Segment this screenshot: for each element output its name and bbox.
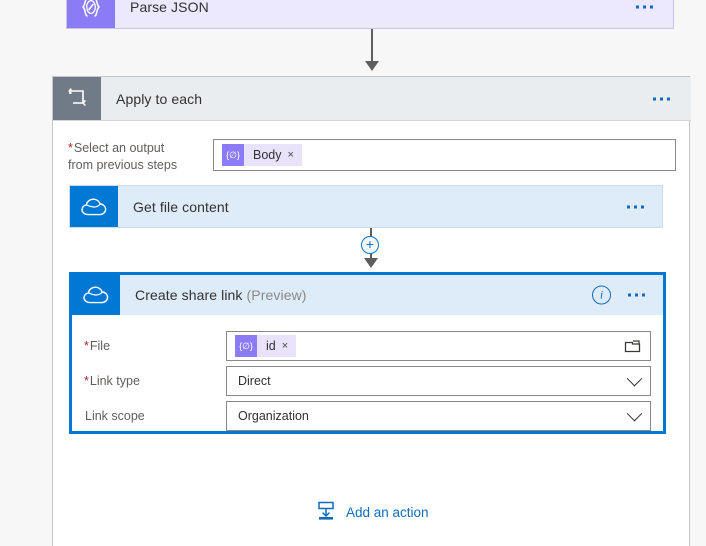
dot [653, 97, 656, 100]
action-card-get-file-content[interactable]: Get file content [69, 185, 663, 228]
dot [635, 293, 638, 297]
token-remove-button[interactable]: × [288, 149, 302, 161]
folder-icon[interactable] [624, 339, 641, 354]
info-icon[interactable]: i [592, 285, 611, 305]
link-type-label: *Link type [84, 373, 226, 390]
get-file-content-body: Get file content [118, 186, 662, 227]
connector-arrow [364, 258, 378, 268]
link-type-label-text: Link type [89, 373, 140, 388]
dot [636, 5, 639, 8]
dynamic-token-id[interactable]: {∅} id × [235, 335, 297, 357]
add-an-action-button[interactable]: Add an action [315, 500, 429, 525]
action-card-create-share-link[interactable]: Create share link (Preview) i *File {∅} … [69, 272, 666, 434]
field-link-type: *Link type Direct [84, 366, 651, 396]
token-label: Body [253, 148, 282, 162]
create-share-link-more-options-button[interactable] [624, 288, 649, 303]
apply-to-each-body: Apply to each [101, 77, 691, 120]
insert-step-plus-button[interactable]: + [361, 236, 379, 254]
dot [641, 205, 644, 208]
parse-json-body: Parse JSON [115, 0, 673, 28]
dot [643, 5, 646, 8]
expression-icon: {∅} [235, 335, 257, 357]
get-file-content-title: Get file content [133, 198, 229, 215]
dot [650, 5, 653, 8]
dot [628, 293, 631, 297]
create-share-link-body: Create share link (Preview) i [120, 275, 663, 315]
preview-tag: (Preview) [246, 287, 307, 303]
token-label: id [266, 339, 276, 353]
apply-to-each-more-options-button[interactable] [649, 91, 674, 106]
field-select-an-output: *Select an output from previous steps {∅… [68, 139, 676, 174]
parse-json-title: Parse JSON [130, 0, 209, 15]
file-label: *File [84, 338, 226, 355]
dot [642, 293, 645, 297]
link-scope-label: Link scope [84, 408, 226, 425]
json-braces-icon [67, 0, 115, 28]
action-card-apply-to-each[interactable]: Apply to each [53, 77, 691, 121]
chevron-down-icon [626, 370, 643, 386]
dot [627, 205, 630, 208]
token-remove-button[interactable]: × [282, 340, 296, 352]
select-output-input[interactable]: {∅} Body × [213, 139, 676, 171]
action-card-parse-json[interactable]: Parse JSON [66, 0, 674, 29]
loop-icon [53, 77, 101, 120]
create-share-link-header[interactable]: Create share link (Preview) i [72, 275, 663, 315]
add-an-action-label: Add an action [346, 505, 429, 520]
connector-line [371, 29, 373, 61]
dot [634, 205, 637, 208]
field-link-scope: Link scope Organization [84, 401, 651, 431]
create-share-link-title: Create share link [135, 287, 243, 303]
get-file-content-more-options-button[interactable] [623, 199, 648, 214]
chevron-down-icon [626, 405, 643, 421]
required-marker: * [84, 338, 89, 353]
dot [667, 97, 670, 100]
connector-arrow [365, 61, 379, 71]
link-type-dropdown[interactable]: Direct [226, 366, 651, 396]
link-scope-label-text: Link scope [85, 408, 145, 423]
select-output-label: *Select an output from previous steps [68, 139, 213, 174]
apply-to-each-title: Apply to each [116, 90, 203, 107]
link-scope-dropdown[interactable]: Organization [226, 401, 651, 431]
required-marker: * [84, 373, 89, 388]
link-scope-value: Organization [238, 409, 309, 423]
parse-json-more-options-button[interactable] [632, 0, 657, 14]
onedrive-cloud-icon [70, 186, 118, 227]
file-label-text: File [89, 338, 111, 353]
link-type-value: Direct [238, 374, 271, 388]
expression-icon: {∅} [222, 144, 244, 166]
select-output-label-line1: Select an output [73, 141, 165, 155]
field-file: *File {∅} id × [84, 331, 651, 361]
dot [660, 97, 663, 100]
onedrive-cloud-icon [72, 275, 120, 315]
insert-action-icon [315, 500, 337, 525]
dynamic-token-body[interactable]: {∅} Body × [222, 144, 302, 166]
required-marker: * [68, 141, 73, 155]
select-output-label-line2: from previous steps [68, 158, 178, 172]
file-input[interactable]: {∅} id × [226, 331, 651, 361]
